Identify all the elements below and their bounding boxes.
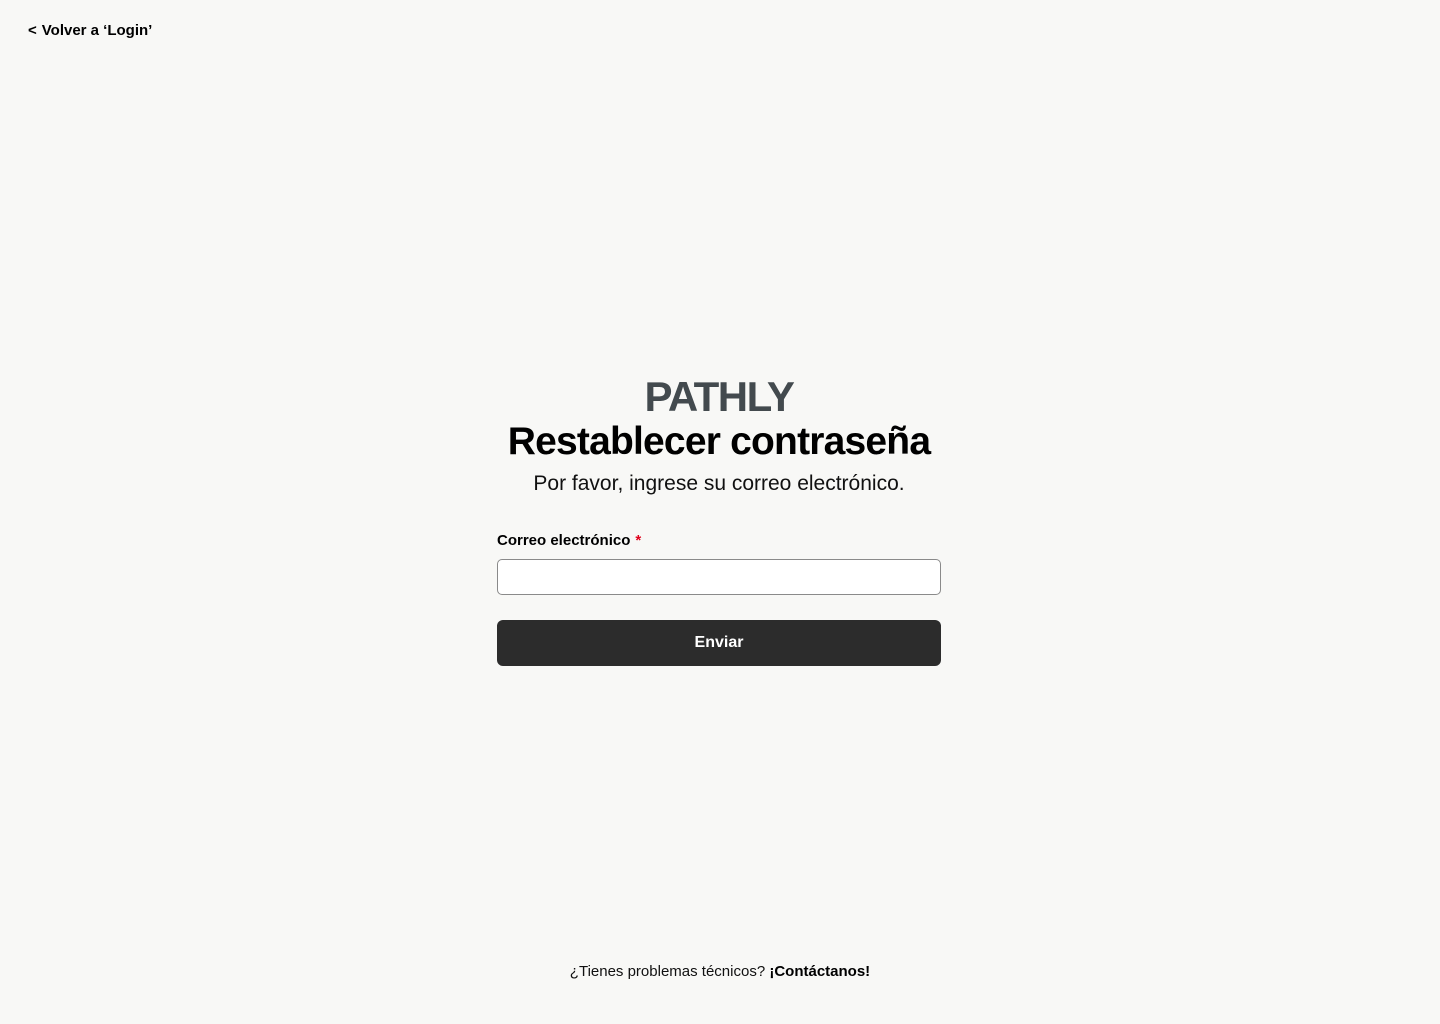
reset-password-page: < Volver a ‘Login’ PATHLY Restablecer co… — [0, 0, 1440, 1024]
submit-button[interactable]: Enviar — [497, 620, 941, 666]
back-to-login-link[interactable]: < Volver a ‘Login’ — [28, 22, 152, 39]
email-label-text: Correo electrónico — [497, 532, 631, 549]
back-link-label: Volver a ‘Login’ — [41, 22, 153, 39]
support-question: ¿Tienes problemas técnicos? — [569, 963, 766, 980]
brand-logo: PATHLY — [644, 373, 795, 420]
page-subtitle: Por favor, ingrese su correo electrónico… — [533, 472, 905, 495]
contact-link[interactable]: ¡Contáctanos! — [769, 963, 870, 980]
support-footer: ¿Tienes problemas técnicos? ¡Contáctanos… — [0, 962, 1440, 982]
reset-form-container: PATHLY Restablecer contraseña Por favor,… — [497, 374, 941, 666]
email-input[interactable] — [497, 559, 941, 595]
page-title: Restablecer contraseña — [507, 420, 931, 463]
email-field-label: Correo electrónico * — [497, 531, 941, 551]
chevron-left-icon: < — [28, 22, 37, 39]
required-marker: * — [635, 532, 642, 549]
